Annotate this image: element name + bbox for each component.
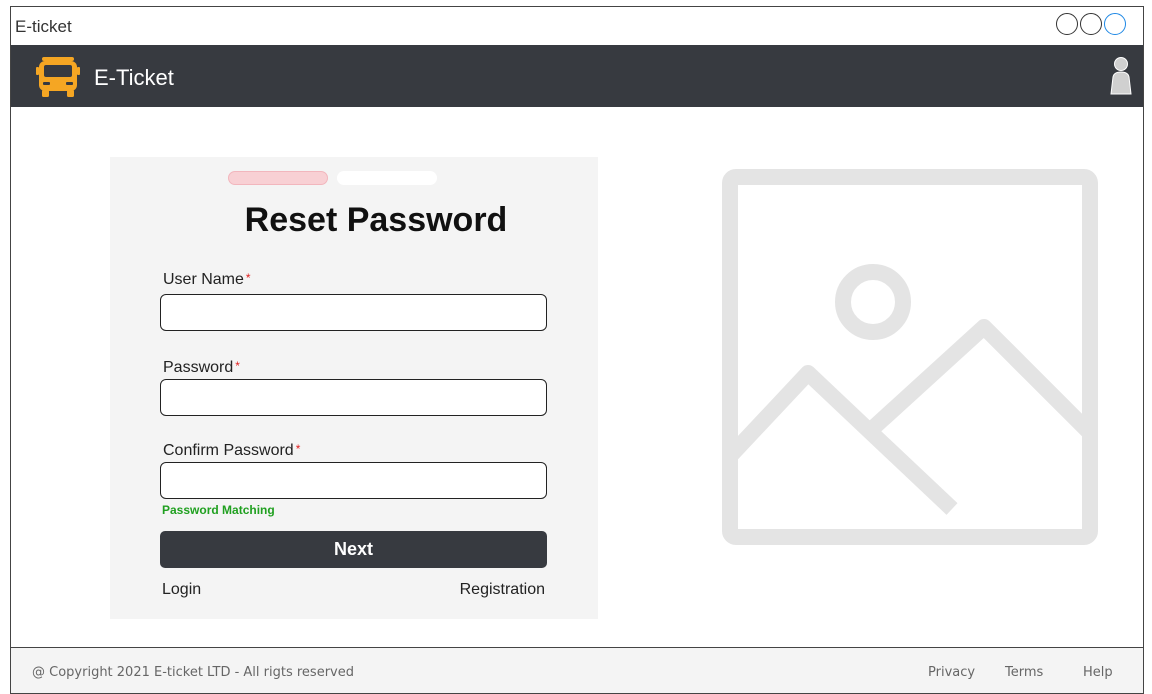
confirm-password-input[interactable] [160,462,547,499]
username-input[interactable] [160,294,547,331]
window-title: E-ticket [15,17,72,36]
page-title: Reset Password [244,201,508,239]
footer: @ Copyright 2021 E-ticket LTD - All rigt… [11,647,1143,693]
footer-link-help[interactable]: Help [1083,665,1113,680]
password-input[interactable] [160,379,547,416]
confirm-password-label: Confirm Password * [163,442,300,460]
password-match-message: Password Matching [162,503,275,517]
footer-link-terms[interactable]: Terms [1005,665,1043,680]
step-indicator-2 [337,171,437,185]
title-bar: E-ticket [11,7,1143,45]
app-header: E-Ticket [11,45,1143,107]
next-button[interactable]: Next [160,531,547,568]
window-close-button[interactable] [1104,13,1126,35]
password-label: Password * [163,359,240,377]
confirm-password-label-text: Confirm Password [163,442,294,459]
step-indicator-1 [228,171,328,185]
image-placeholder-icon [722,169,1098,545]
username-label-text: User Name [163,271,244,288]
password-label-text: Password [163,359,234,376]
required-mark: * [245,271,251,285]
copyright-text: @ Copyright 2021 E-ticket LTD - All rigt… [32,665,354,680]
window-minimize-button[interactable] [1056,13,1078,35]
required-mark: * [295,442,301,456]
app-window: E-ticket E-Ticket Reset Password User Na… [10,6,1144,694]
user-icon[interactable] [1109,57,1133,95]
brand-name: E-Ticket [94,65,174,90]
footer-link-privacy[interactable]: Privacy [928,665,975,680]
username-label: User Name * [163,271,251,289]
reset-password-card: Reset Password User Name * Password * Conf… [110,157,598,619]
login-link[interactable]: Login [162,581,201,599]
required-mark: * [235,359,240,373]
registration-link[interactable]: Registration [460,581,545,599]
window-maximize-button[interactable] [1080,13,1102,35]
bus-icon [36,57,80,97]
